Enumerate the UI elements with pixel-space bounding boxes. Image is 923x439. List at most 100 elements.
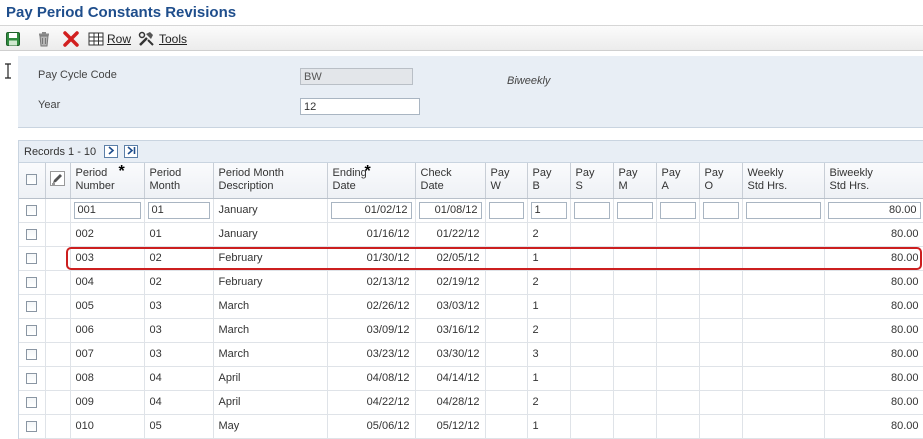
select-all-header[interactable] (19, 163, 46, 199)
col-pay-m[interactable]: Pay M (613, 163, 657, 199)
weekly-hrs-input[interactable] (745, 201, 821, 219)
check-date-input[interactable] (418, 201, 482, 219)
pay-cycle-code-field[interactable] (300, 68, 413, 85)
pay-o-cell (699, 318, 743, 343)
row-select-cell[interactable] (19, 270, 46, 295)
col-period-month[interactable]: Period Month (144, 163, 214, 199)
pay-b-input[interactable] (530, 201, 567, 219)
col-weekly-std-hrs[interactable]: Weekly Std Hrs. (742, 163, 825, 199)
last-page-button[interactable] (124, 145, 138, 158)
month-description-cell[interactable]: January (213, 198, 328, 223)
pay-m-input[interactable] (616, 201, 653, 219)
period-number-value: 009 (75, 396, 94, 408)
row-checkbox[interactable] (26, 348, 38, 360)
pay-b-value: 1 (532, 372, 539, 384)
row-checkbox[interactable] (26, 396, 38, 408)
table-row[interactable]: 004 02 February 02/13/12 02/19/12 2 80.00 (19, 270, 923, 295)
year-field[interactable] (300, 98, 420, 115)
period-number-cell: 002 (70, 222, 145, 247)
period-month-cell[interactable] (144, 198, 214, 223)
table-row[interactable]: 007 03 March 03/23/12 03/30/12 3 80.00 (19, 342, 923, 367)
row-select-cell[interactable] (19, 366, 46, 391)
biweekly-hrs-input[interactable] (827, 201, 921, 219)
row-checkbox[interactable] (26, 276, 38, 288)
row-select-cell[interactable] (19, 222, 46, 247)
pay-b-cell: 2 (527, 222, 571, 247)
row-checkbox[interactable] (26, 204, 38, 216)
ending-date-cell[interactable] (327, 198, 416, 223)
col-period-number[interactable]: Period Number * (70, 163, 145, 199)
check-date-cell: 05/12/12 (415, 414, 486, 439)
pay-b-value: 1 (532, 420, 539, 432)
pay-b-value: 1 (532, 252, 539, 264)
row-select-cell[interactable] (19, 294, 46, 319)
pay-b-cell[interactable] (527, 198, 571, 223)
col-check-date[interactable]: Check Date (415, 163, 486, 199)
period-month-input[interactable] (147, 201, 210, 219)
pay-a-input[interactable] (659, 201, 696, 219)
row-select-cell[interactable] (19, 414, 46, 439)
weekly-hrs-cell (742, 318, 825, 343)
pay-m-cell (613, 222, 657, 247)
col-pay-o[interactable]: Pay O (699, 163, 743, 199)
tools-menu-button[interactable]: Tools (138, 30, 187, 48)
period-number-cell: 005 (70, 294, 145, 319)
month-description-cell: February (213, 270, 328, 295)
row-checkbox[interactable] (26, 372, 38, 384)
select-all-checkbox[interactable] (26, 174, 38, 186)
pay-w-input[interactable] (488, 201, 524, 219)
table-row[interactable]: 005 03 March 02/26/12 03/03/12 1 80.00 (19, 294, 923, 319)
col-biweekly-std-hrs[interactable]: Biweekly Std Hrs. (824, 163, 923, 199)
table-row[interactable]: January (19, 198, 923, 223)
pay-o-input[interactable] (702, 201, 739, 219)
check-date-cell[interactable] (415, 198, 486, 223)
col-month-description[interactable]: Period Month Description (213, 163, 328, 199)
row-menu-button[interactable]: Row (88, 30, 131, 48)
table-row[interactable]: 008 04 April 04/08/12 04/14/12 1 80.00 (19, 366, 923, 391)
pay-cycle-code-label: Pay Cycle Code (38, 69, 117, 81)
pay-b-cell: 3 (527, 342, 571, 367)
table-row[interactable]: 003 02 February 01/30/12 02/05/12 1 80.00 (19, 246, 923, 271)
col-pay-b[interactable]: Pay B (527, 163, 571, 199)
row-checkbox[interactable] (26, 300, 38, 312)
period-number-cell[interactable] (70, 198, 145, 223)
table-row[interactable]: 009 04 April 04/22/12 04/28/12 2 80.00 (19, 390, 923, 415)
biweekly-hrs-value: 80.00 (890, 420, 919, 432)
pay-m-cell[interactable] (613, 198, 657, 223)
col-pay-w[interactable]: Pay W (485, 163, 528, 199)
pay-b-cell: 1 (527, 246, 571, 271)
pay-w-cell[interactable] (485, 198, 528, 223)
pay-a-cell[interactable] (656, 198, 700, 223)
col-pay-s[interactable]: Pay S (570, 163, 614, 199)
row-checkbox[interactable] (26, 324, 38, 336)
row-select-cell[interactable] (19, 318, 46, 343)
ending-date-input[interactable] (330, 201, 412, 219)
save-button[interactable] (5, 30, 21, 48)
col-ending-date[interactable]: Ending Date * (327, 163, 416, 199)
period-number-input[interactable] (73, 201, 141, 219)
row-checkbox[interactable] (26, 228, 38, 240)
row-checkbox[interactable] (26, 420, 38, 432)
table-row[interactable]: 010 05 May 05/06/12 05/12/12 1 80.00 (19, 414, 923, 439)
biweekly-hrs-value: 80.00 (890, 252, 919, 264)
pay-s-input[interactable] (573, 201, 610, 219)
delete-button[interactable] (36, 30, 52, 48)
row-select-cell[interactable] (19, 342, 46, 367)
biweekly-hrs-cell[interactable] (824, 198, 923, 223)
row-checkbox[interactable] (26, 252, 38, 264)
period-number-cell: 010 (70, 414, 145, 439)
text-cursor-icon (4, 63, 12, 82)
pay-s-cell[interactable] (570, 198, 614, 223)
cancel-button[interactable] (62, 30, 80, 48)
pay-o-cell[interactable] (699, 198, 743, 223)
row-select-cell[interactable] (19, 246, 46, 271)
header-panel: Pay Cycle Code Biweekly Year (18, 56, 923, 128)
weekly-hrs-cell (742, 414, 825, 439)
table-row[interactable]: 006 03 March 03/09/12 03/16/12 2 80.00 (19, 318, 923, 343)
row-select-cell[interactable] (19, 198, 46, 223)
next-page-button[interactable] (104, 145, 118, 158)
col-pay-a[interactable]: Pay A (656, 163, 700, 199)
table-row[interactable]: 002 01 January 01/16/12 01/22/12 2 80.00 (19, 222, 923, 247)
row-select-cell[interactable] (19, 390, 46, 415)
weekly-hrs-cell[interactable] (742, 198, 825, 223)
